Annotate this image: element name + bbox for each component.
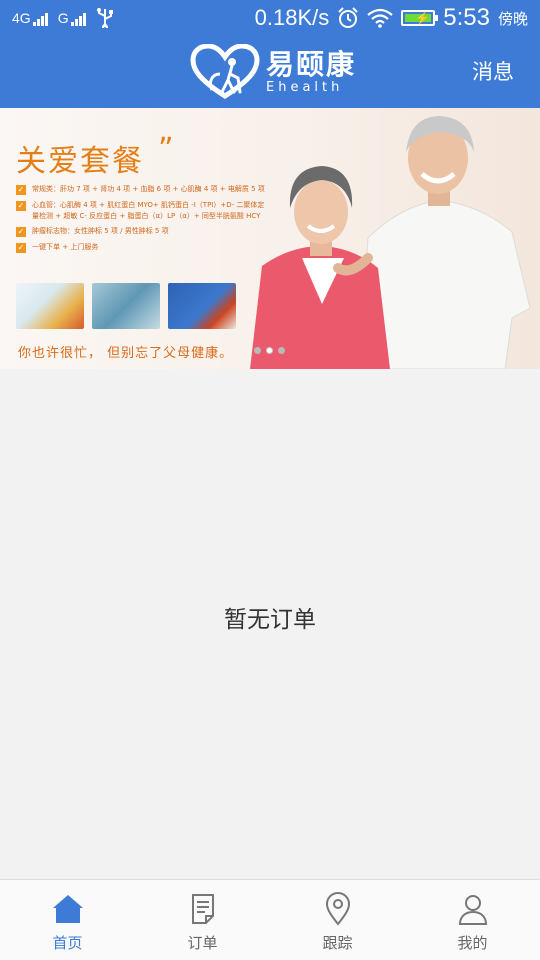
order-icon (191, 894, 214, 924)
wifi-icon (367, 8, 393, 28)
signal-g: G (58, 10, 86, 26)
signal-4g: 4G (12, 10, 48, 26)
banner-title: 关爱套餐 (16, 144, 144, 179)
banner-item: ✓ 一键下单 + 上门服务 (16, 243, 99, 253)
lab-pipette-photo (92, 283, 160, 329)
alarm-icon (338, 7, 358, 28)
app-header: 4G G 0.18K/s ⚡ 5:53 傍晚 易颐康 Ehealth 消息 (0, 0, 540, 108)
tab-tracking[interactable]: 跟踪 (270, 880, 405, 960)
app-logo: 易颐康 Ehealth (190, 44, 356, 100)
clock: 5:53 (443, 4, 490, 31)
quote-mark-icon: ” (158, 132, 174, 167)
banner-slogan: 你也许很忙， 但别忘了父母健康。 (18, 346, 234, 361)
checkbox-icon: ✓ (16, 201, 26, 211)
home-icon (52, 895, 83, 923)
logo-english-name: Ehealth (266, 79, 344, 95)
empty-orders-message: 暂无订单 (224, 607, 316, 633)
heart-logo-icon (190, 44, 260, 99)
bottom-tab-bar: 首页 订单 跟踪 我的 (0, 879, 540, 960)
carousel-indicator (254, 347, 285, 354)
banner-photos (16, 283, 236, 329)
lab-petri-dish-photo (16, 283, 84, 329)
banner-item-list: ✓ 常规类：肝功 7 项 + 肾功 4 项 + 血脂 6 项 + 心肌酶 4 项 … (16, 184, 268, 258)
time-period: 傍晚 (497, 10, 528, 28)
signal-bars-icon (32, 12, 48, 26)
messages-button[interactable]: 消息 (472, 56, 514, 86)
status-bar: 4G G 0.18K/s ⚡ 5:53 傍晚 (0, 0, 540, 36)
promo-banner[interactable]: 关爱套餐 ” ✓ 常规类：肝功 7 项 + 肾功 4 项 + 血脂 6 项 + 心… (0, 108, 540, 369)
signal-bars-icon (70, 12, 86, 26)
tab-home[interactable]: 首页 (0, 880, 135, 960)
checkbox-icon: ✓ (16, 185, 26, 195)
carousel-dot-active[interactable] (266, 347, 273, 354)
carousel-dot[interactable] (278, 347, 285, 354)
checkbox-icon: ✓ (16, 227, 26, 237)
checkbox-icon: ✓ (16, 243, 26, 253)
banner-item: ✓ 心血管：心肌酶 4 项 + 肌红蛋白 MYO+ 肌钙蛋白 -I（TPI）+D-… (16, 201, 265, 220)
network-speed: 0.18K/s (254, 5, 330, 30)
tab-profile[interactable]: 我的 (405, 880, 540, 960)
location-icon (325, 892, 350, 926)
app-bar: 易颐康 Ehealth 消息 (0, 36, 540, 108)
banner-item: ✓ 常规类：肝功 7 项 + 肾功 4 项 + 血脂 6 项 + 心肌酶 4 项 … (16, 185, 265, 195)
banner-item: ✓ 肿瘤标志物：女性肿标 5 项 / 男性肿标 5 项 (16, 227, 169, 237)
usb-icon (96, 8, 113, 28)
carousel-dot[interactable] (254, 347, 261, 354)
tab-orders[interactable]: 订单 (135, 880, 270, 960)
user-icon (458, 895, 487, 925)
logo-chinese-name: 易颐康 (266, 47, 357, 81)
battery-icon: ⚡ (401, 10, 439, 26)
elderly-couple-photo (250, 116, 531, 369)
blood-sample-tube-photo (168, 283, 236, 329)
